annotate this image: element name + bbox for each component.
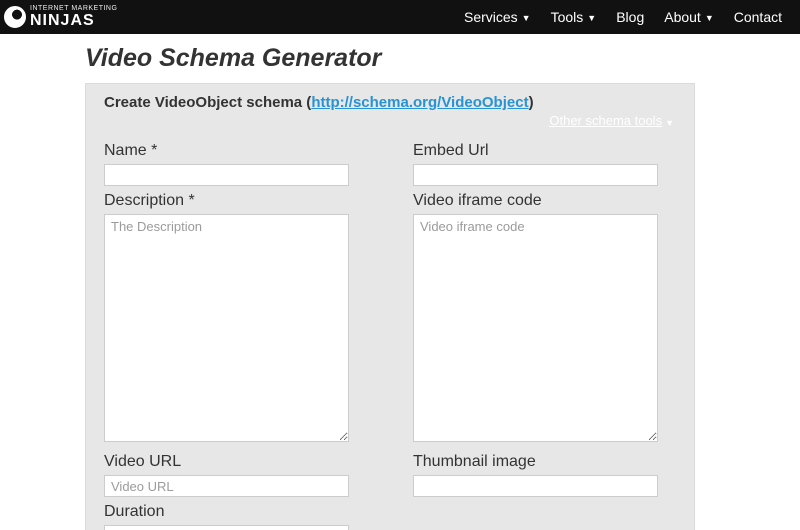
video-url-label: Video URL <box>104 453 367 471</box>
nav-contact[interactable]: Contact <box>734 9 782 25</box>
caret-down-icon: ▼ <box>522 14 531 23</box>
top-navbar: INTERNET MARKETING NINJAS Services ▼ Too… <box>0 0 800 34</box>
name-input[interactable] <box>104 164 349 186</box>
caret-down-icon: ▼ <box>665 118 674 128</box>
brand-logo[interactable]: INTERNET MARKETING NINJAS <box>4 6 117 28</box>
duration-label: Duration <box>104 503 367 521</box>
name-label: Name * <box>104 142 367 160</box>
schema-form-panel: Create VideoObject schema (http://schema… <box>85 83 695 530</box>
iframe-code-label: Video iframe code <box>413 192 676 210</box>
brand-name: NINJAS <box>30 13 117 28</box>
page-title: Video Schema Generator <box>85 44 800 73</box>
iframe-code-textarea[interactable] <box>413 214 658 442</box>
form-right-column: Embed Url Video iframe code Thumbnail im… <box>413 136 676 530</box>
other-schema-tools[interactable]: Other schema tools▼ <box>104 113 674 128</box>
description-label: Description * <box>104 192 367 210</box>
other-schema-tools-label: Other schema tools <box>549 113 662 128</box>
embed-url-label: Embed Url <box>413 142 676 160</box>
embed-url-input[interactable] <box>413 164 658 186</box>
nav-services-label: Services <box>464 9 518 25</box>
schema-url-link[interactable]: http://schema.org/VideoObject <box>311 94 528 111</box>
caret-down-icon: ▼ <box>587 14 596 23</box>
duration-input[interactable] <box>104 525 349 530</box>
thumbnail-label: Thumbnail image <box>413 453 676 471</box>
nav-blog-label: Blog <box>616 9 644 25</box>
form-left-column: Name * Description * Video URL Duration <box>104 136 367 530</box>
panel-header-prefix: Create VideoObject schema ( <box>104 94 311 111</box>
panel-header-suffix: ) <box>529 94 534 111</box>
thumbnail-input[interactable] <box>413 475 658 497</box>
video-url-input[interactable] <box>104 475 349 497</box>
nav-tools-label: Tools <box>551 9 584 25</box>
description-textarea[interactable] <box>104 214 349 442</box>
panel-header: Create VideoObject schema (http://schema… <box>104 94 676 111</box>
ninja-logo-icon <box>4 6 26 28</box>
nav-about[interactable]: About ▼ <box>664 9 714 25</box>
nav-about-label: About <box>664 9 701 25</box>
nav-contact-label: Contact <box>734 9 782 25</box>
nav-tools[interactable]: Tools ▼ <box>551 9 597 25</box>
nav-services[interactable]: Services ▼ <box>464 9 531 25</box>
caret-down-icon: ▼ <box>705 14 714 23</box>
nav-blog[interactable]: Blog <box>616 9 644 25</box>
nav-links: Services ▼ Tools ▼ Blog About ▼ Contact <box>464 9 782 25</box>
